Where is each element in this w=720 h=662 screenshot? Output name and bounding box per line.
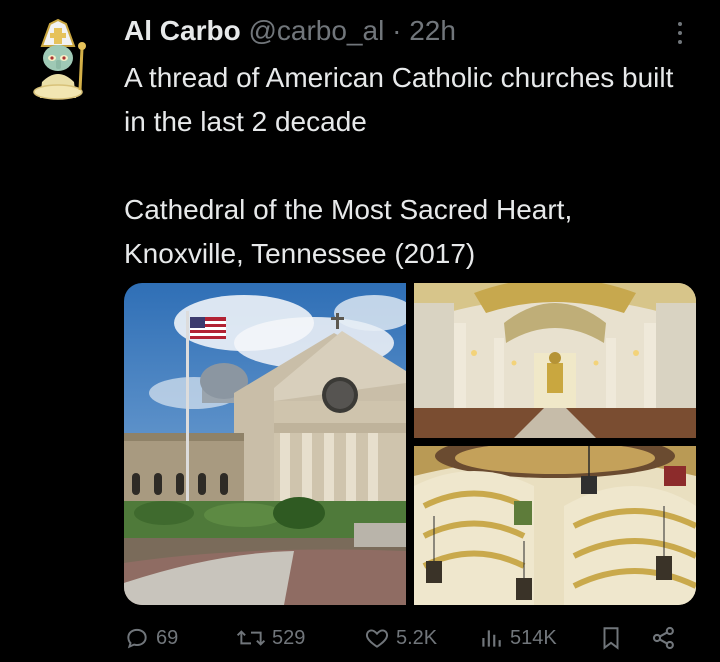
avatar[interactable]	[22, 18, 94, 100]
media-grid	[124, 283, 696, 605]
repost-count: 529	[272, 626, 306, 649]
bookmark-icon	[603, 627, 619, 650]
more-options-button[interactable]	[668, 18, 692, 48]
cathedral-exterior-photo[interactable]	[124, 283, 414, 605]
post-text-line1: A thread of American Catholic churches b…	[124, 62, 674, 137]
repost-button[interactable]: 529	[236, 618, 305, 658]
post-header: Al Carbo @carbo_al · 22h	[124, 12, 456, 50]
action-bar: 69 529 5.2K 514K	[124, 618, 694, 658]
display-name[interactable]: Al Carbo	[124, 15, 241, 46]
repost-icon	[236, 630, 266, 646]
squidward-pope-avatar-icon	[33, 18, 86, 100]
bookmark-button[interactable]	[598, 618, 624, 658]
post-text-line2: Cathedral of the Most Sacred Heart, Knox…	[124, 194, 573, 269]
more-icon-dot	[678, 31, 682, 35]
like-count: 5.2K	[396, 626, 438, 649]
share-icon	[652, 626, 674, 650]
cathedral-ceiling-photo[interactable]	[414, 434, 696, 605]
cathedral-nave-photo[interactable]	[414, 283, 696, 438]
like-button[interactable]: 5.2K	[364, 618, 437, 658]
handle[interactable]: @carbo_al	[248, 15, 384, 46]
like-icon	[365, 629, 389, 648]
more-icon-dot	[678, 22, 682, 26]
more-icon-dot	[678, 40, 682, 44]
share-button[interactable]	[650, 618, 678, 658]
reply-count: 69	[156, 626, 179, 649]
timestamp[interactable]: 22h	[409, 15, 456, 46]
reply-icon	[127, 628, 147, 649]
views-button[interactable]: 514K	[478, 618, 557, 658]
reply-button[interactable]: 69	[124, 618, 178, 658]
views-count: 514K	[510, 626, 557, 649]
separator: ·	[392, 15, 402, 46]
post-text: A thread of American Catholic churches b…	[124, 56, 684, 276]
views-icon	[482, 630, 501, 647]
